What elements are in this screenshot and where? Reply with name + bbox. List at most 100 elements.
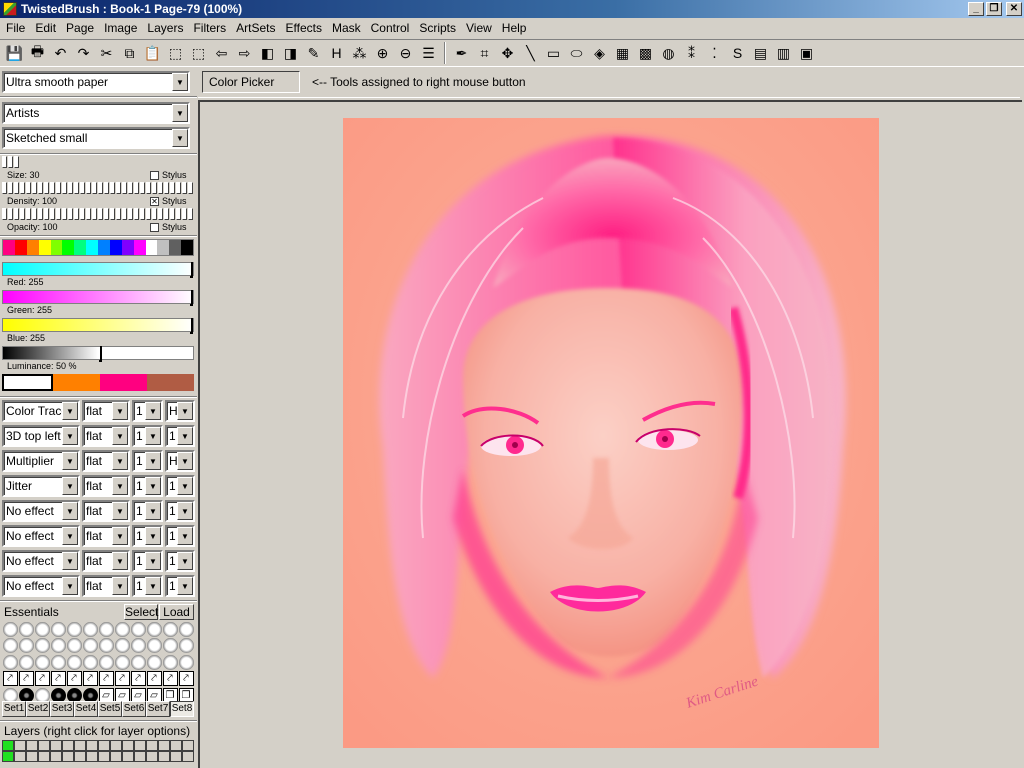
menu-edit[interactable]: Edit <box>31 21 62 35</box>
layer-cell[interactable] <box>62 740 74 751</box>
brush-preset[interactable] <box>18 638 34 654</box>
brush-preset[interactable] <box>98 654 114 670</box>
brush-preset[interactable] <box>98 638 114 654</box>
menu-file[interactable]: File <box>2 21 31 35</box>
chevron-down-icon[interactable]: ▼ <box>177 477 193 495</box>
menu-view[interactable]: View <box>462 21 498 35</box>
chevron-down-icon[interactable]: ▼ <box>112 552 128 570</box>
chevron-down-icon[interactable]: ▼ <box>177 577 193 595</box>
layer-cell[interactable] <box>74 751 86 762</box>
brush-preset[interactable] <box>18 621 34 637</box>
brush-preset[interactable] <box>114 638 130 654</box>
slider-thumb[interactable] <box>190 290 193 306</box>
luminance-slider[interactable] <box>2 346 194 362</box>
paste-layer-icon[interactable]: ⬚ <box>187 42 210 64</box>
brush-preset[interactable] <box>66 638 82 654</box>
layer-cell[interactable] <box>14 751 26 762</box>
set-tab-8[interactable]: Set8 <box>170 701 194 717</box>
effect-amount-select[interactable]: 1 ▼ <box>132 550 163 572</box>
chevron-down-icon[interactable]: ▼ <box>112 502 128 520</box>
brush-preset[interactable] <box>18 654 34 670</box>
recent-color-swatch[interactable] <box>53 374 100 391</box>
color-picker-icon[interactable]: ✒ <box>450 42 473 64</box>
brush-preset[interactable] <box>178 654 194 670</box>
effect-channel-select[interactable]: 1 ▼ <box>165 550 195 572</box>
line-icon[interactable]: ╲ <box>519 42 542 64</box>
set-tab-7[interactable]: Set7 <box>146 701 170 717</box>
chevron-down-icon[interactable]: ▼ <box>112 527 128 545</box>
prev-page-icon[interactable]: ⇦ <box>210 42 233 64</box>
layer-cell[interactable] <box>158 751 170 762</box>
palette-color[interactable] <box>74 240 87 255</box>
menu-effects[interactable]: Effects <box>281 21 327 35</box>
fill-icon[interactable]: ◈ <box>588 42 611 64</box>
print-icon[interactable]: 🖶 <box>26 42 49 64</box>
palette-color[interactable] <box>50 240 63 255</box>
effect-select[interactable]: 3D top left ▼ <box>2 425 80 447</box>
effect-channel-select[interactable]: 1 ▼ <box>165 500 195 522</box>
chevron-down-icon[interactable]: ▼ <box>172 129 188 147</box>
effect-mode-select[interactable]: flat ▼ <box>82 425 130 447</box>
set-tab-2[interactable]: Set2 <box>26 701 50 717</box>
palette-color[interactable] <box>38 240 51 255</box>
opacity-stylus-checkbox[interactable]: Stylus <box>150 222 187 232</box>
brush-preset[interactable] <box>130 654 146 670</box>
chevron-down-icon[interactable]: ▼ <box>145 452 161 470</box>
layer-cell[interactable] <box>182 751 194 762</box>
paste-region-icon[interactable]: ▥ <box>772 42 795 64</box>
menu-scripts[interactable]: Scripts <box>415 21 462 35</box>
brush-icon[interactable]: ✎ <box>302 42 325 64</box>
brush-preset[interactable] <box>178 638 194 654</box>
effect-mode-select[interactable]: flat ▼ <box>82 525 130 547</box>
palette-color[interactable] <box>14 240 27 255</box>
layer-cell[interactable] <box>158 740 170 751</box>
pattern-ellipse-icon[interactable]: ◍ <box>657 42 680 64</box>
brush-preset[interactable] <box>130 621 146 637</box>
layer-cell[interactable] <box>2 740 14 751</box>
layer-cell[interactable] <box>26 751 38 762</box>
brush-preset[interactable] <box>2 638 18 654</box>
palette-color[interactable] <box>109 240 122 255</box>
effect-channel-select[interactable]: 1 ▼ <box>165 425 195 447</box>
menu-filters[interactable]: Filters <box>189 21 232 35</box>
chevron-down-icon[interactable]: ▼ <box>62 527 78 545</box>
page-list-icon[interactable]: ☰ <box>417 42 440 64</box>
chevron-down-icon[interactable]: ▼ <box>177 527 193 545</box>
blue-slider[interactable] <box>2 318 194 334</box>
effect-select[interactable]: Jitter ▼ <box>2 475 80 497</box>
menu-control[interactable]: Control <box>367 21 416 35</box>
set-tab-6[interactable]: Set6 <box>122 701 146 717</box>
select-artset-button[interactable]: Select <box>124 604 158 620</box>
menu-layers[interactable]: Layers <box>143 21 189 35</box>
brush-preset[interactable]: ⤤ <box>34 671 50 687</box>
script-icon[interactable]: S <box>726 42 749 64</box>
effect-channel-select[interactable]: H ▼ <box>165 400 195 422</box>
effect-mode-select[interactable]: flat ▼ <box>82 450 130 472</box>
brush-preset[interactable]: ⤤ <box>50 671 66 687</box>
layer-cell[interactable] <box>50 740 62 751</box>
palette-color[interactable] <box>145 240 158 255</box>
palette-color[interactable] <box>121 240 134 255</box>
chevron-down-icon[interactable]: ▼ <box>177 402 193 420</box>
brush-preset[interactable] <box>34 654 50 670</box>
chevron-down-icon[interactable]: ▼ <box>112 402 128 420</box>
layer-cell[interactable] <box>86 740 98 751</box>
brush-preset[interactable]: ⤤ <box>114 671 130 687</box>
effect-mode-select[interactable]: flat ▼ <box>82 475 130 497</box>
brush-preset[interactable] <box>50 638 66 654</box>
layer-cell[interactable] <box>146 751 158 762</box>
paper-select[interactable]: Ultra smooth paper ▼ <box>2 71 190 93</box>
brush-preset[interactable] <box>82 654 98 670</box>
checkbox-icon[interactable] <box>150 222 159 232</box>
layer-cell[interactable] <box>38 740 50 751</box>
effect-mode-select[interactable]: flat ▼ <box>82 575 130 597</box>
palette-color[interactable] <box>181 240 193 255</box>
menu-image[interactable]: Image <box>100 21 143 35</box>
brush-preset[interactable]: ⤤ <box>130 671 146 687</box>
set-tab-3[interactable]: Set3 <box>50 701 74 717</box>
copy-icon[interactable]: ⧉ <box>118 42 141 64</box>
next-page-icon[interactable]: ⇨ <box>233 42 256 64</box>
effect-channel-select[interactable]: 1 ▼ <box>165 525 195 547</box>
layer-cell[interactable] <box>98 751 110 762</box>
history-brush-icon[interactable]: H <box>325 42 348 64</box>
